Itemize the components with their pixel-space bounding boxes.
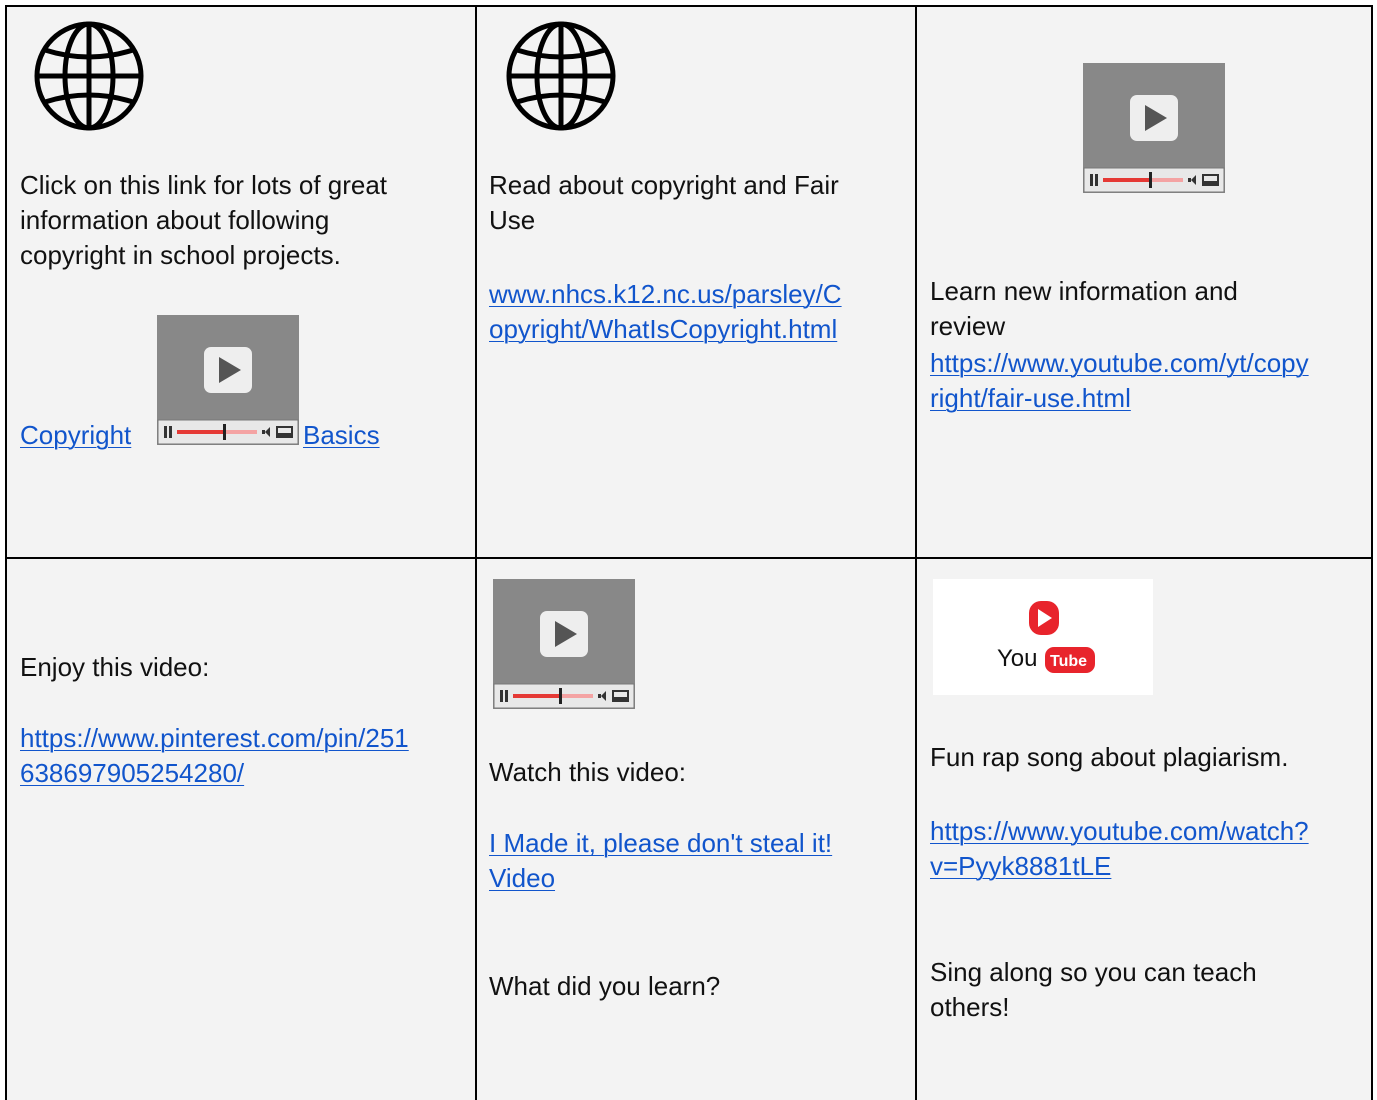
table-border-middle (5, 557, 1373, 559)
table-border-left (5, 5, 7, 1100)
copyright-basics-link-part1[interactable]: Copyright (20, 418, 131, 453)
pinterest-link-line2[interactable]: 638697905254280/ (20, 756, 244, 791)
cell5-text: Watch this video: (489, 757, 687, 787)
youtube-fair-use-link-line2[interactable]: right/fair-use.html (930, 381, 1131, 416)
copyright-basics-link-part2[interactable]: Basics (303, 418, 380, 453)
cell6-text: Fun rap song about plagiarism. (930, 742, 1289, 772)
cell-background-4 (7, 559, 475, 1100)
cell1-text-line1: Click on this link for lots of great (20, 170, 388, 200)
cell2-text-line1: Read about copyright and Fair (489, 170, 839, 200)
youtube-fair-use-link-line1[interactable]: https://www.youtube.com/yt/copy (930, 346, 1309, 381)
youtube-logo-you: You (997, 645, 1038, 672)
cell3-text-line2: review (930, 311, 1006, 341)
cell6-closing-line1: Sing along so you can teach (930, 957, 1257, 987)
table-border-col2 (915, 5, 917, 1100)
dont-steal-video-link-line1[interactable]: I Made it, please don't steal it! (489, 826, 832, 861)
table-border-top (5, 5, 1373, 7)
dont-steal-video-link-line2[interactable]: Video (489, 861, 555, 896)
table-border-right (1371, 5, 1373, 1100)
cell2-text-line2: Use (489, 205, 536, 235)
globe-icon (33, 20, 145, 132)
cell1-text-line3: copyright in school projects. (20, 240, 341, 270)
rap-song-link-line2[interactable]: v=Pyyk8881tLE (930, 849, 1111, 884)
cell3-text-line1: Learn new information and (930, 276, 1238, 306)
cell5-question: What did you learn? (489, 971, 721, 1001)
table-border-col1 (475, 5, 477, 1100)
video-player-icon[interactable] (493, 579, 635, 709)
globe-icon (505, 20, 617, 132)
nhcs-copyright-link-line2[interactable]: opyright/WhatIsCopyright.html (489, 312, 837, 347)
cell6-closing-line2: others! (930, 992, 1010, 1022)
youtube-logo-graphic: You Tube (997, 601, 1095, 673)
nhcs-copyright-link-line1[interactable]: www.nhcs.k12.nc.us/parsley/C (489, 277, 842, 312)
video-player-icon[interactable] (1083, 63, 1225, 193)
video-player-icon[interactable] (157, 315, 299, 445)
cell1-text-line2: information about following (20, 205, 330, 235)
pinterest-link-line1[interactable]: https://www.pinterest.com/pin/251 (20, 721, 409, 756)
youtube-logo: You Tube (933, 579, 1153, 695)
youtube-logo-tube: Tube (1050, 653, 1087, 670)
cell4-text: Enjoy this video: (20, 652, 210, 682)
rap-song-link-line1[interactable]: https://www.youtube.com/watch? (930, 814, 1309, 849)
